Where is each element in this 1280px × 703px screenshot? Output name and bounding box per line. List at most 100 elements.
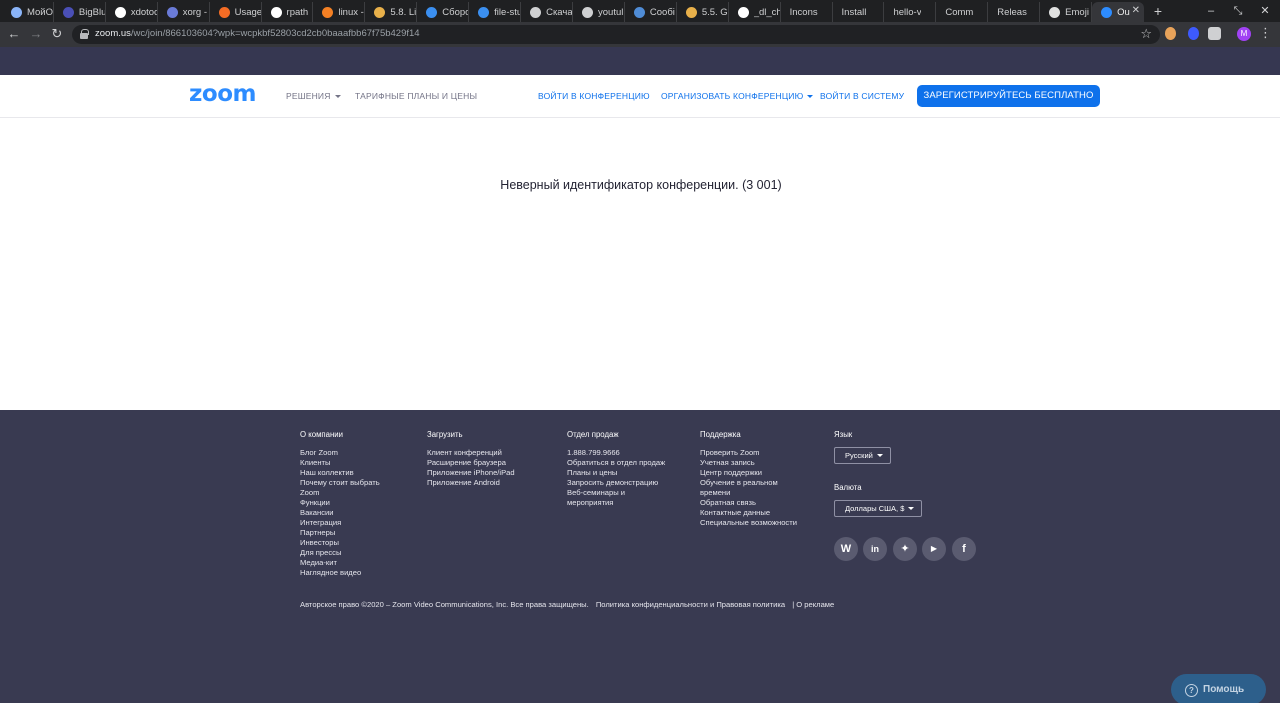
footer-link[interactable]: мероприятия [567,498,665,508]
new-tab-button[interactable]: + [1150,2,1166,20]
browser-tab[interactable]: Сборо [417,2,470,22]
zoom-logo[interactable]: zoom [189,81,256,107]
footer-link[interactable]: Функции [300,498,380,508]
browser-tab[interactable]: Releas [988,2,1041,22]
footer-list-support: Проверить Zoom Учетная запись Центр поддер… [700,448,797,528]
footer-column-about: О компании Блог Zoom Клиенты Наш коллектив… [300,430,380,578]
footer-link[interactable]: Веб-семинары и [567,488,665,498]
browser-tab[interactable]: BigBlu [54,2,106,22]
footer-link[interactable]: Проверить Zoom [700,448,797,458]
profile-avatar[interactable]: M [1237,27,1251,41]
address-bar[interactable]: zoom.us/wc/join/866103604?wpk=wcpkbf5280… [72,25,1160,44]
about-ads-link[interactable]: | О рекламе [792,600,834,609]
nav-pricing[interactable]: ТАРИФНЫЕ ПЛАНЫ И ЦЕНЫ [355,91,477,101]
footer-link[interactable]: Центр поддержки [700,468,797,478]
browser-tab[interactable]: Install [833,2,885,22]
footer-link[interactable]: Запросить демонстрацию [567,478,665,488]
browser-tab[interactable]: hello-v [884,2,937,22]
browser-tab[interactable]: Ou ✕ [1092,2,1144,22]
footer-link[interactable]: Наш коллектив [300,468,380,478]
browser-tab[interactable]: xdotoo [106,2,158,22]
footer-link[interactable]: времени [700,488,797,498]
reload-icon[interactable]: ↻ [48,25,66,43]
restore-window-button[interactable]: ⤡ [1229,2,1247,20]
footer-link[interactable]: Клиенты [300,458,380,468]
browser-tab[interactable]: Сообі [625,2,677,22]
footer-link[interactable]: Zoom [300,488,380,498]
forward-arrow-icon[interactable]: → [27,25,45,43]
linkedin-icon[interactable]: in [863,537,887,561]
footer-link[interactable]: Планы и цены [567,468,665,478]
bookmark-star-icon[interactable]: ☆ [1140,26,1152,42]
footer-link[interactable]: Контактные данные [700,508,797,518]
browser-tab[interactable]: rpath [262,2,314,22]
top-banner-strip [0,47,1280,75]
browser-tab[interactable]: 5.8. Li [365,2,418,22]
lock-icon [80,29,89,39]
footer-link[interactable]: Специальные возможности [700,518,797,528]
footer-link[interactable]: Вакансии [300,508,380,518]
browser-tab-title: _dl_ch [753,6,780,18]
browser-tab[interactable]: xorg - [158,2,210,22]
signup-free-button[interactable]: ЗАРЕГИСТРИРУЙТЕСЬ БЕСПЛАТНО [917,85,1100,107]
footer-link[interactable]: Обучение в реальном [700,478,797,488]
footer-link[interactable]: Для прессы [300,548,380,558]
cube-icon [478,6,490,18]
footer-link[interactable]: Учетная запись [700,458,797,468]
footer-link[interactable]: Приложение iPhone/iPad [427,468,515,478]
twitter-icon[interactable]: ✦ [893,537,917,561]
close-window-button[interactable]: ✕ [1256,2,1274,20]
url-host: zoom.us [95,28,131,39]
footer-link[interactable]: 1.888.799.9666 [567,448,665,458]
currency-select[interactable]: Доллары США, $ [834,500,922,517]
footer-link[interactable]: Наглядное видео [300,568,380,578]
nav-join-meeting[interactable]: ВОЙТИ В КОНФЕРЕНЦИЮ [538,91,650,101]
extension-calendar-icon[interactable] [1208,27,1221,40]
browser-tab[interactable]: 5.5. G [677,2,729,22]
browser-menu-icon[interactable]: ⋮ [1259,25,1272,41]
facebook-icon[interactable]: f [952,537,976,561]
wordpress-icon[interactable]: W [834,537,858,561]
footer-column-sales: Отдел продаж 1.888.799.9666 Обратиться в … [567,430,665,508]
browser-tab[interactable]: file-stu [469,2,522,22]
nav-host-meeting-label: ОРГАНИЗОВАТЬ КОНФЕРЕНЦИЮ [661,91,804,101]
footer-link[interactable]: Обратная связь [700,498,797,508]
footer-link[interactable]: Обратиться в отдел продаж [567,458,665,468]
extension-acorn-icon[interactable] [1165,27,1176,40]
browser-tab[interactable]: Usage [210,2,262,22]
footer-link[interactable]: Расширение браузера [427,458,515,468]
footer-column-download: Загрузить Клиент конференций Расширение б… [427,430,515,488]
back-arrow-icon[interactable]: ← [5,25,23,43]
nav-sign-in[interactable]: ВОЙТИ В СИСТЕМУ [820,91,904,101]
window-icon [1049,6,1061,18]
footer-link[interactable]: Интеграция [300,518,380,528]
footer-link[interactable]: Почему стоит выбрать [300,478,380,488]
nav-solutions[interactable]: РЕШЕНИЯ [286,91,341,101]
nav-host-meeting[interactable]: ОРГАНИЗОВАТЬ КОНФЕРЕНЦИЮ [661,91,814,101]
browser-tab[interactable]: _dl_ch [729,2,781,22]
extension-globe-icon[interactable] [1188,27,1199,40]
footer-link[interactable]: Приложение Android [427,478,515,488]
footer-link[interactable]: Медиа-кит [300,558,380,568]
footer-link[interactable]: Инвесторы [300,538,380,548]
github-icon [218,6,230,18]
browser-tab[interactable]: Emoji [1040,2,1093,22]
footer-list-download: Клиент конференций Расширение браузера При… [427,448,515,488]
minimize-window-button[interactable]: – [1202,2,1220,20]
browser-tab[interactable]: Incons [781,2,833,22]
x-icon [166,6,178,18]
youtube-icon[interactable]: ▶ [922,537,946,561]
help-button[interactable]: ? Помощь [1171,674,1266,703]
browser-tab[interactable]: Comm [936,2,989,22]
close-tab-icon[interactable]: ✕ [1132,5,1140,16]
language-select[interactable]: Русский [834,447,891,464]
footer-link[interactable]: Клиент конференций [427,448,515,458]
footer-link[interactable]: Партнеры [300,528,380,538]
browser-tab[interactable]: Скача [521,2,573,22]
privacy-legal-link[interactable]: Политика конфиденциальности и Правовая п… [596,600,785,609]
browser-tab[interactable]: linux - [313,2,366,22]
browser-tab[interactable]: МойО [2,2,54,22]
footer-link[interactable]: Блог Zoom [300,448,380,458]
url-text: zoom.us/wc/join/866103604?wpk=wcpkbf5280… [95,28,420,39]
browser-tab[interactable]: youtul [573,2,625,22]
